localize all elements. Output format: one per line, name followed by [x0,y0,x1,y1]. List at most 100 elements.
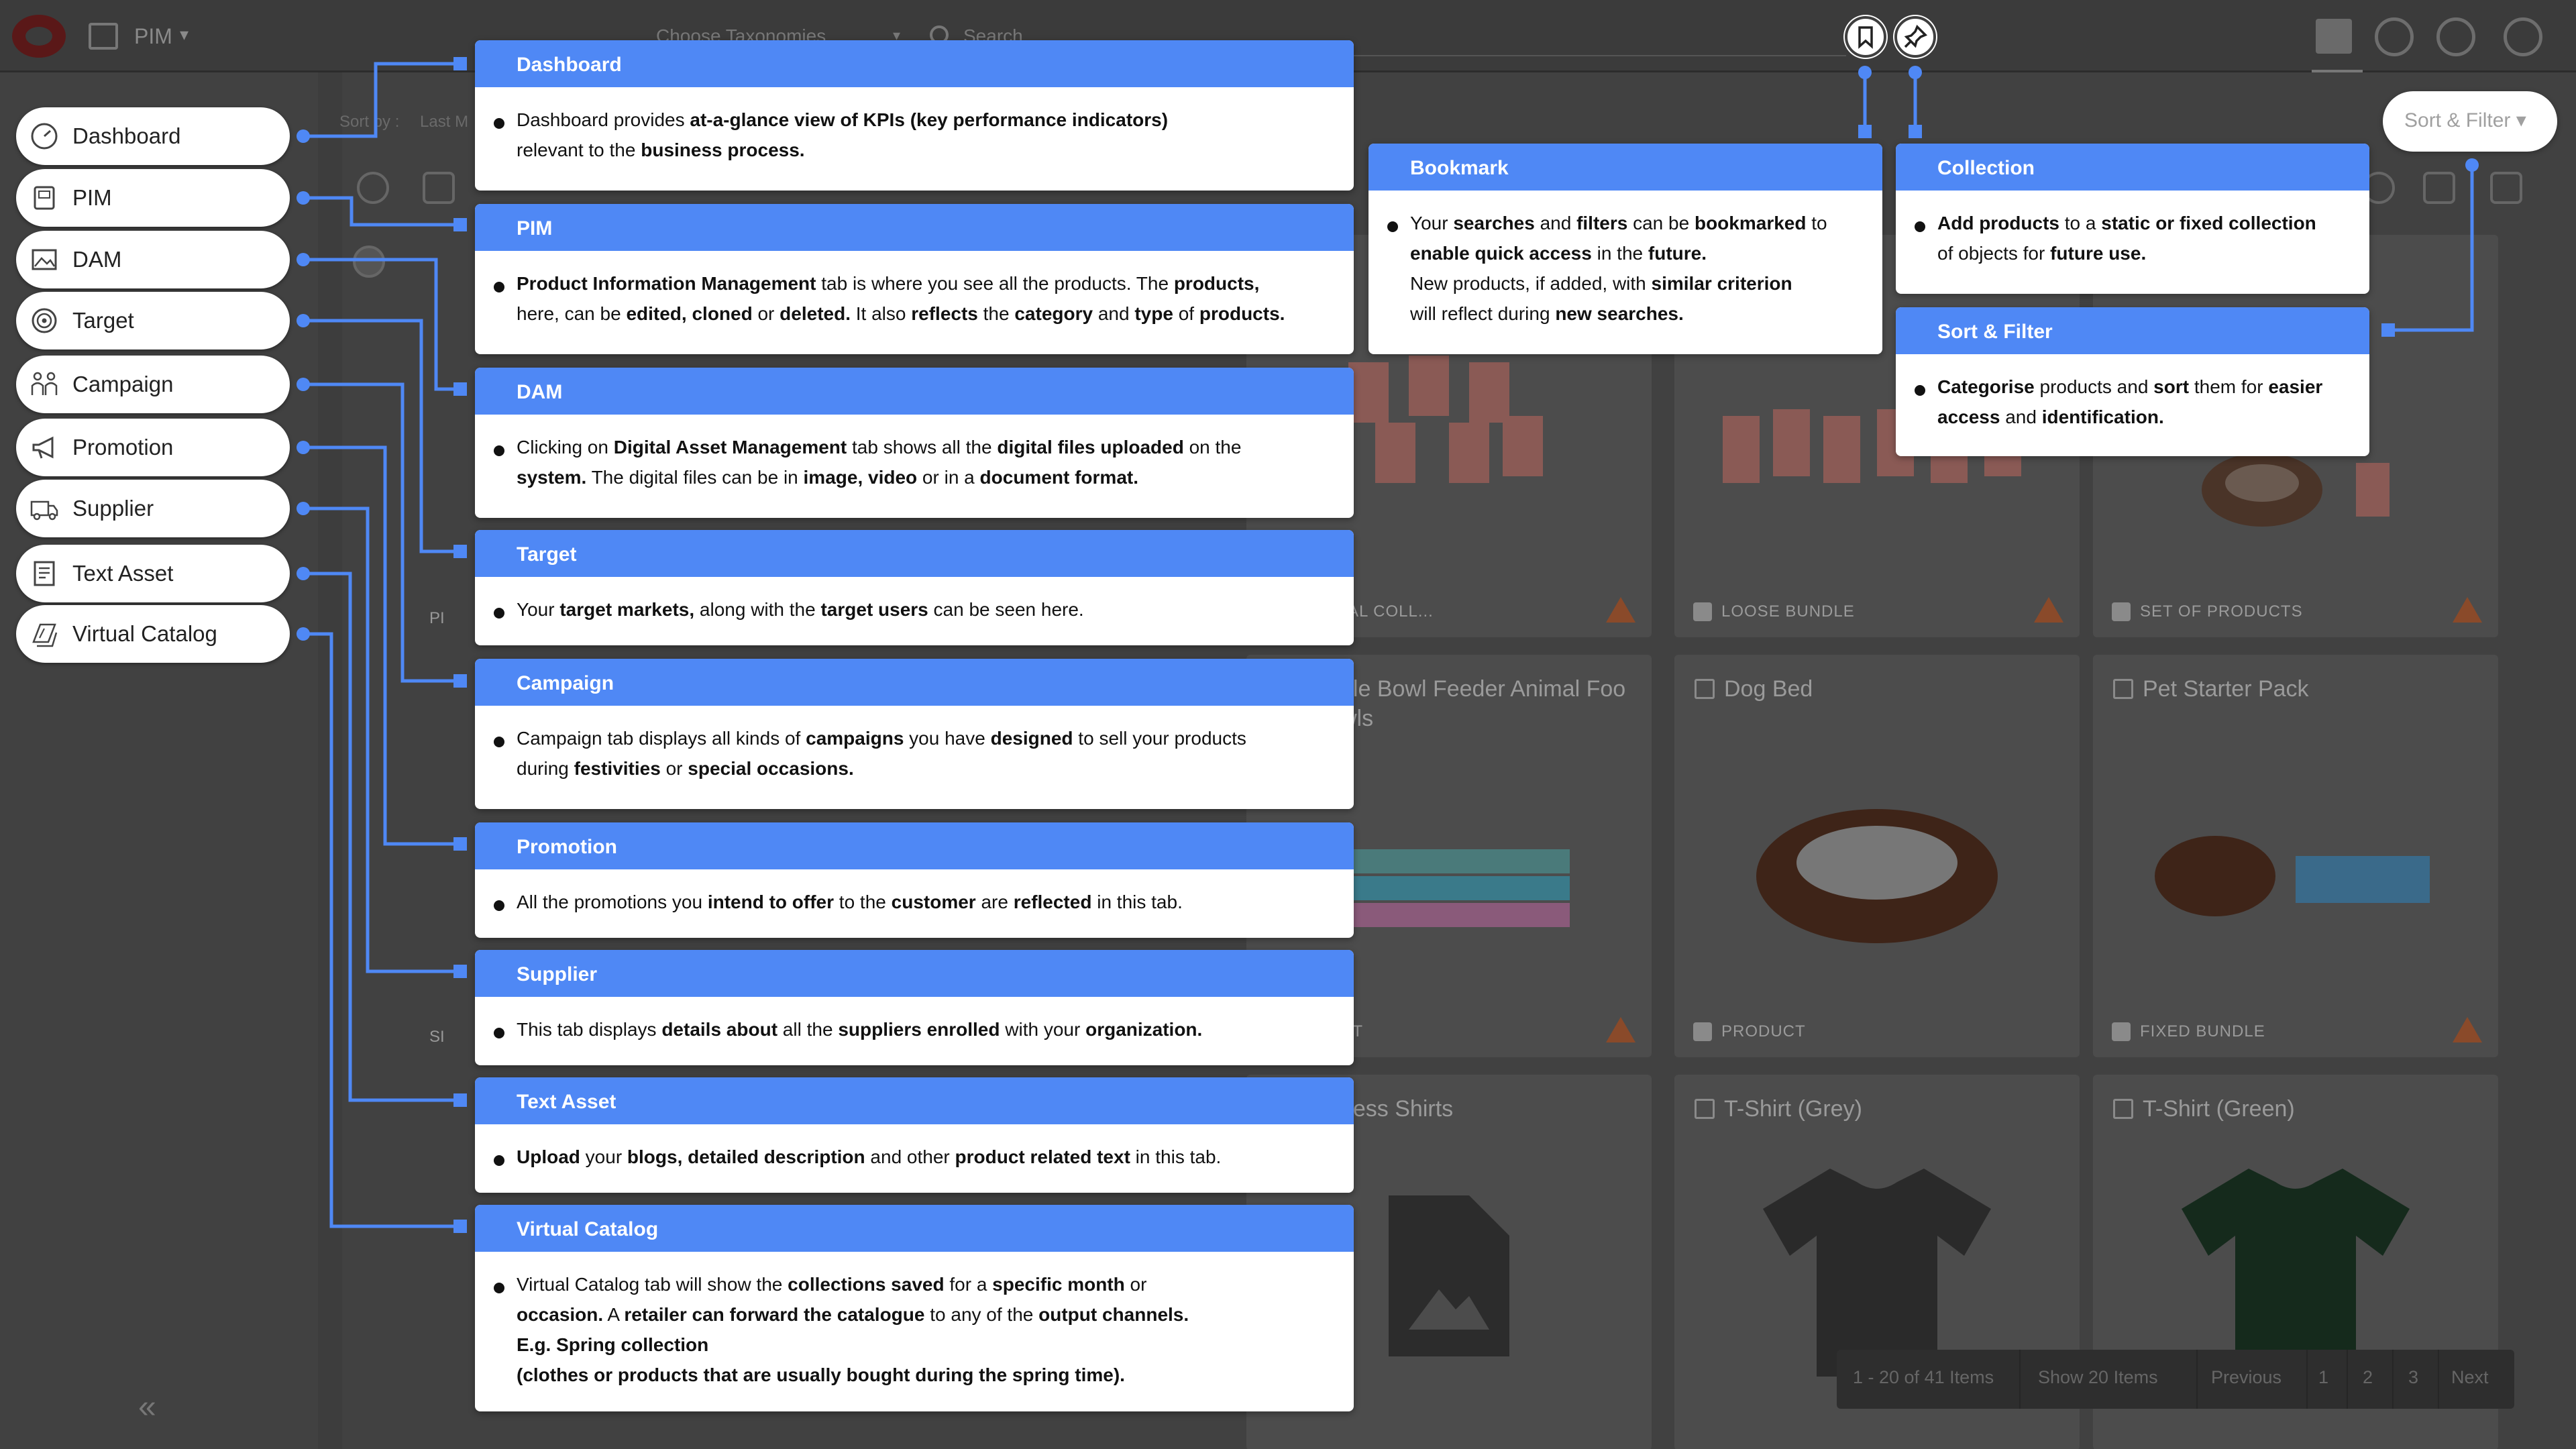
product-card[interactable]: Dog Bed PRODUCT [1674,655,2080,1057]
page-size-select[interactable]: Show 20 Items [2038,1367,2158,1388]
pin-icon [1904,24,1928,48]
sort-by-value: Last M [420,113,469,131]
tip-text: Upload your blogs, detailed description … [475,1124,1354,1172]
nav-target[interactable]: Target [16,292,290,350]
collapse-sidebar-icon[interactable]: « [138,1389,156,1426]
tip-text: Categorise products and sort them for ea… [1896,354,2369,432]
page-2-button[interactable]: 2 [2363,1367,2373,1388]
nav-text-asset[interactable]: Text Asset [16,545,290,602]
link-icon [1693,1022,1712,1041]
tip-pim: PIM Product Information Management tab i… [475,204,1354,354]
refresh-icon[interactable] [357,172,389,204]
tip-text: Your searches and filters can be bookmar… [1368,191,1882,329]
previous-page-button[interactable]: Previous [2211,1367,2282,1388]
partial-card-type: SI [429,1028,445,1046]
tip-title: Sort & Filter [1896,307,2369,354]
card-title: ble Bowl Feeder Animal Foo [1340,676,1626,702]
divider [2306,1350,2308,1409]
nav-label: Dashboard [72,123,181,148]
card-checkbox[interactable] [1695,679,1715,699]
card-title: T-Shirt (Green) [2143,1096,2295,1122]
pagination-range: 1 - 20 of 41 Items [1853,1367,1994,1387]
page-1-button[interactable]: 1 [2318,1367,2328,1388]
tip-title: Campaign [475,659,1354,706]
sort-filter-button[interactable]: Sort & Filter ▾ [2383,91,2557,152]
image-icon [32,249,57,270]
chevron-down-icon[interactable]: ▾ [180,24,189,45]
bookmark-icon [1858,26,1873,49]
warning-icon [2453,1017,2482,1042]
product-image [2148,822,2443,930]
nav-dashboard[interactable]: Dashboard [16,107,290,165]
select-all-checkbox[interactable] [423,172,455,204]
add-icon[interactable] [353,246,385,278]
tip-virtual-catalog: Virtual Catalog Virtual Catalog tab will… [475,1205,1354,1411]
tip-title: Collection [1896,144,2369,191]
tip-text: Product Information Management tab is wh… [475,251,1354,329]
sort-by-row[interactable]: Sort by : Last M [339,113,468,131]
bundle-type-icon [1693,602,1712,621]
card-title: T-Shirt (Grey) [1724,1096,1862,1122]
tip-dashboard: Dashboard Dashboard provides at-a-glance… [475,40,1354,191]
card-type-label: SET OF PRODUCTS [2140,602,2303,621]
nav-promotion[interactable]: Promotion [16,419,290,476]
document-icon [34,561,55,586]
nav-supplier[interactable]: Supplier [16,480,290,537]
product-image [1756,1162,1998,1377]
truck-icon [30,500,58,521]
set-type-icon [2112,602,2131,621]
tip-text: This tab displays details about all the … [475,997,1354,1044]
tip-text: Clicking on Digital Asset Management tab… [475,415,1354,492]
product-image [2175,1162,2416,1377]
tip-promotion: Promotion All the promotions you intend … [475,822,1354,938]
card-checkbox[interactable] [2113,679,2133,699]
module-switcher-label[interactable]: PIM [134,24,172,49]
tip-title: Text Asset [475,1077,1354,1124]
collection-pin-button[interactable] [1894,16,1936,58]
tip-text-asset: Text Asset Upload your blogs, detailed d… [475,1077,1354,1193]
tip-collection: Collection Add products to a static or f… [1896,144,2369,294]
tip-campaign: Campaign Campaign tab displays all kinds… [475,659,1354,809]
tip-text: Campaign tab displays all kinds of campa… [475,706,1354,784]
info-icon[interactable] [2504,17,2542,56]
tip-bookmark: Bookmark Your searches and filters can b… [1368,144,1882,354]
list-view-icon[interactable] [2423,172,2455,204]
nav-label: Virtual Catalog [72,621,217,646]
card-checkbox[interactable] [2113,1099,2133,1119]
calendar-icon[interactable] [2316,19,2352,54]
product-card[interactable]: Pet Starter Pack FIXED BUNDLE [2093,655,2498,1057]
divider [2392,1350,2394,1409]
nav-label: DAM [72,247,122,272]
pim-icon [34,186,55,210]
tip-text: Your target markets, along with the targ… [475,577,1354,625]
collapsed-sidebar [318,72,342,1449]
target-icon [32,308,57,333]
divider [2438,1350,2439,1409]
user-avatar-icon[interactable] [2436,17,2475,56]
nav-campaign[interactable]: Campaign [16,356,290,413]
nav-label: Target [72,308,134,333]
warning-icon [1606,1017,1635,1042]
tip-title: Dashboard [475,40,1354,87]
product-image [1315,843,1583,936]
next-page-button[interactable]: Next [2451,1367,2489,1388]
card-checkbox[interactable] [1695,1099,1715,1119]
card-type-label: PRODUCT [1721,1022,1806,1040]
nav-virtual-catalog[interactable]: Virtual Catalog [16,605,290,663]
calendar-view-icon[interactable] [2490,172,2522,204]
page-3-button[interactable]: 3 [2408,1367,2418,1388]
tip-text: Dashboard provides at-a-glance view of K… [475,87,1354,165]
logo[interactable] [12,15,66,58]
bundle-type-icon [2112,1022,2131,1041]
bookmark-button[interactable] [1845,16,1886,58]
pagination-bar: 1 - 20 of 41 Items Show 20 Items Previou… [1837,1350,2514,1409]
nav-pim[interactable]: PIM [16,169,290,227]
gear-icon[interactable] [2375,17,2414,56]
nav-dam[interactable]: DAM [16,231,290,288]
nav-label: Promotion [72,435,174,460]
campaign-icon [31,372,58,395]
placeholder-image-icon [1389,1195,1509,1356]
tip-title: PIM [475,204,1354,251]
card-type-label: LOOSE BUNDLE [1721,602,1855,621]
product-image [1750,796,2004,950]
